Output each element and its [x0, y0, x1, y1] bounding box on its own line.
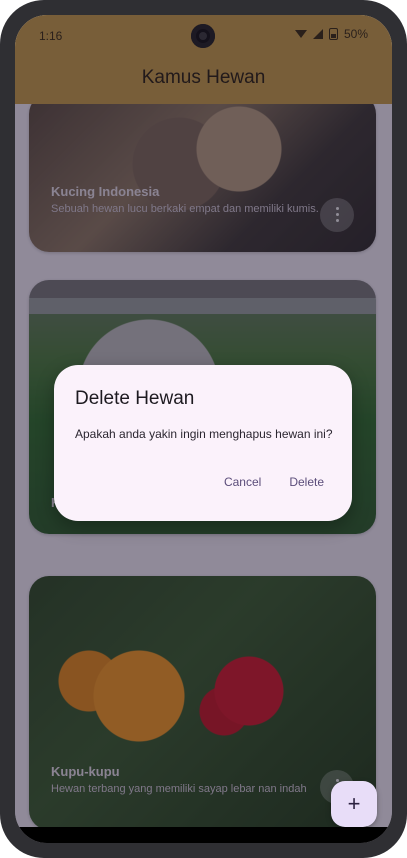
plus-icon: +: [347, 791, 361, 816]
system-nav-bar: [15, 827, 392, 843]
delete-dialog: Delete Hewan Apakah anda yakin ingin men…: [54, 365, 352, 521]
add-animal-button[interactable]: +: [331, 781, 377, 827]
delete-button[interactable]: Delete: [289, 475, 324, 489]
cancel-button[interactable]: Cancel: [224, 475, 261, 489]
dialog-actions: Cancel Delete: [224, 475, 324, 489]
screen: 1:16 50% Kamus Hewan Kucing Indonesia Se…: [15, 15, 392, 843]
device-frame: 1:16 50% Kamus Hewan Kucing Indonesia Se…: [0, 0, 407, 858]
dialog-title: Delete Hewan: [75, 388, 195, 409]
dialog-message: Apakah anda yakin ingin menghapus hewan …: [75, 427, 333, 441]
